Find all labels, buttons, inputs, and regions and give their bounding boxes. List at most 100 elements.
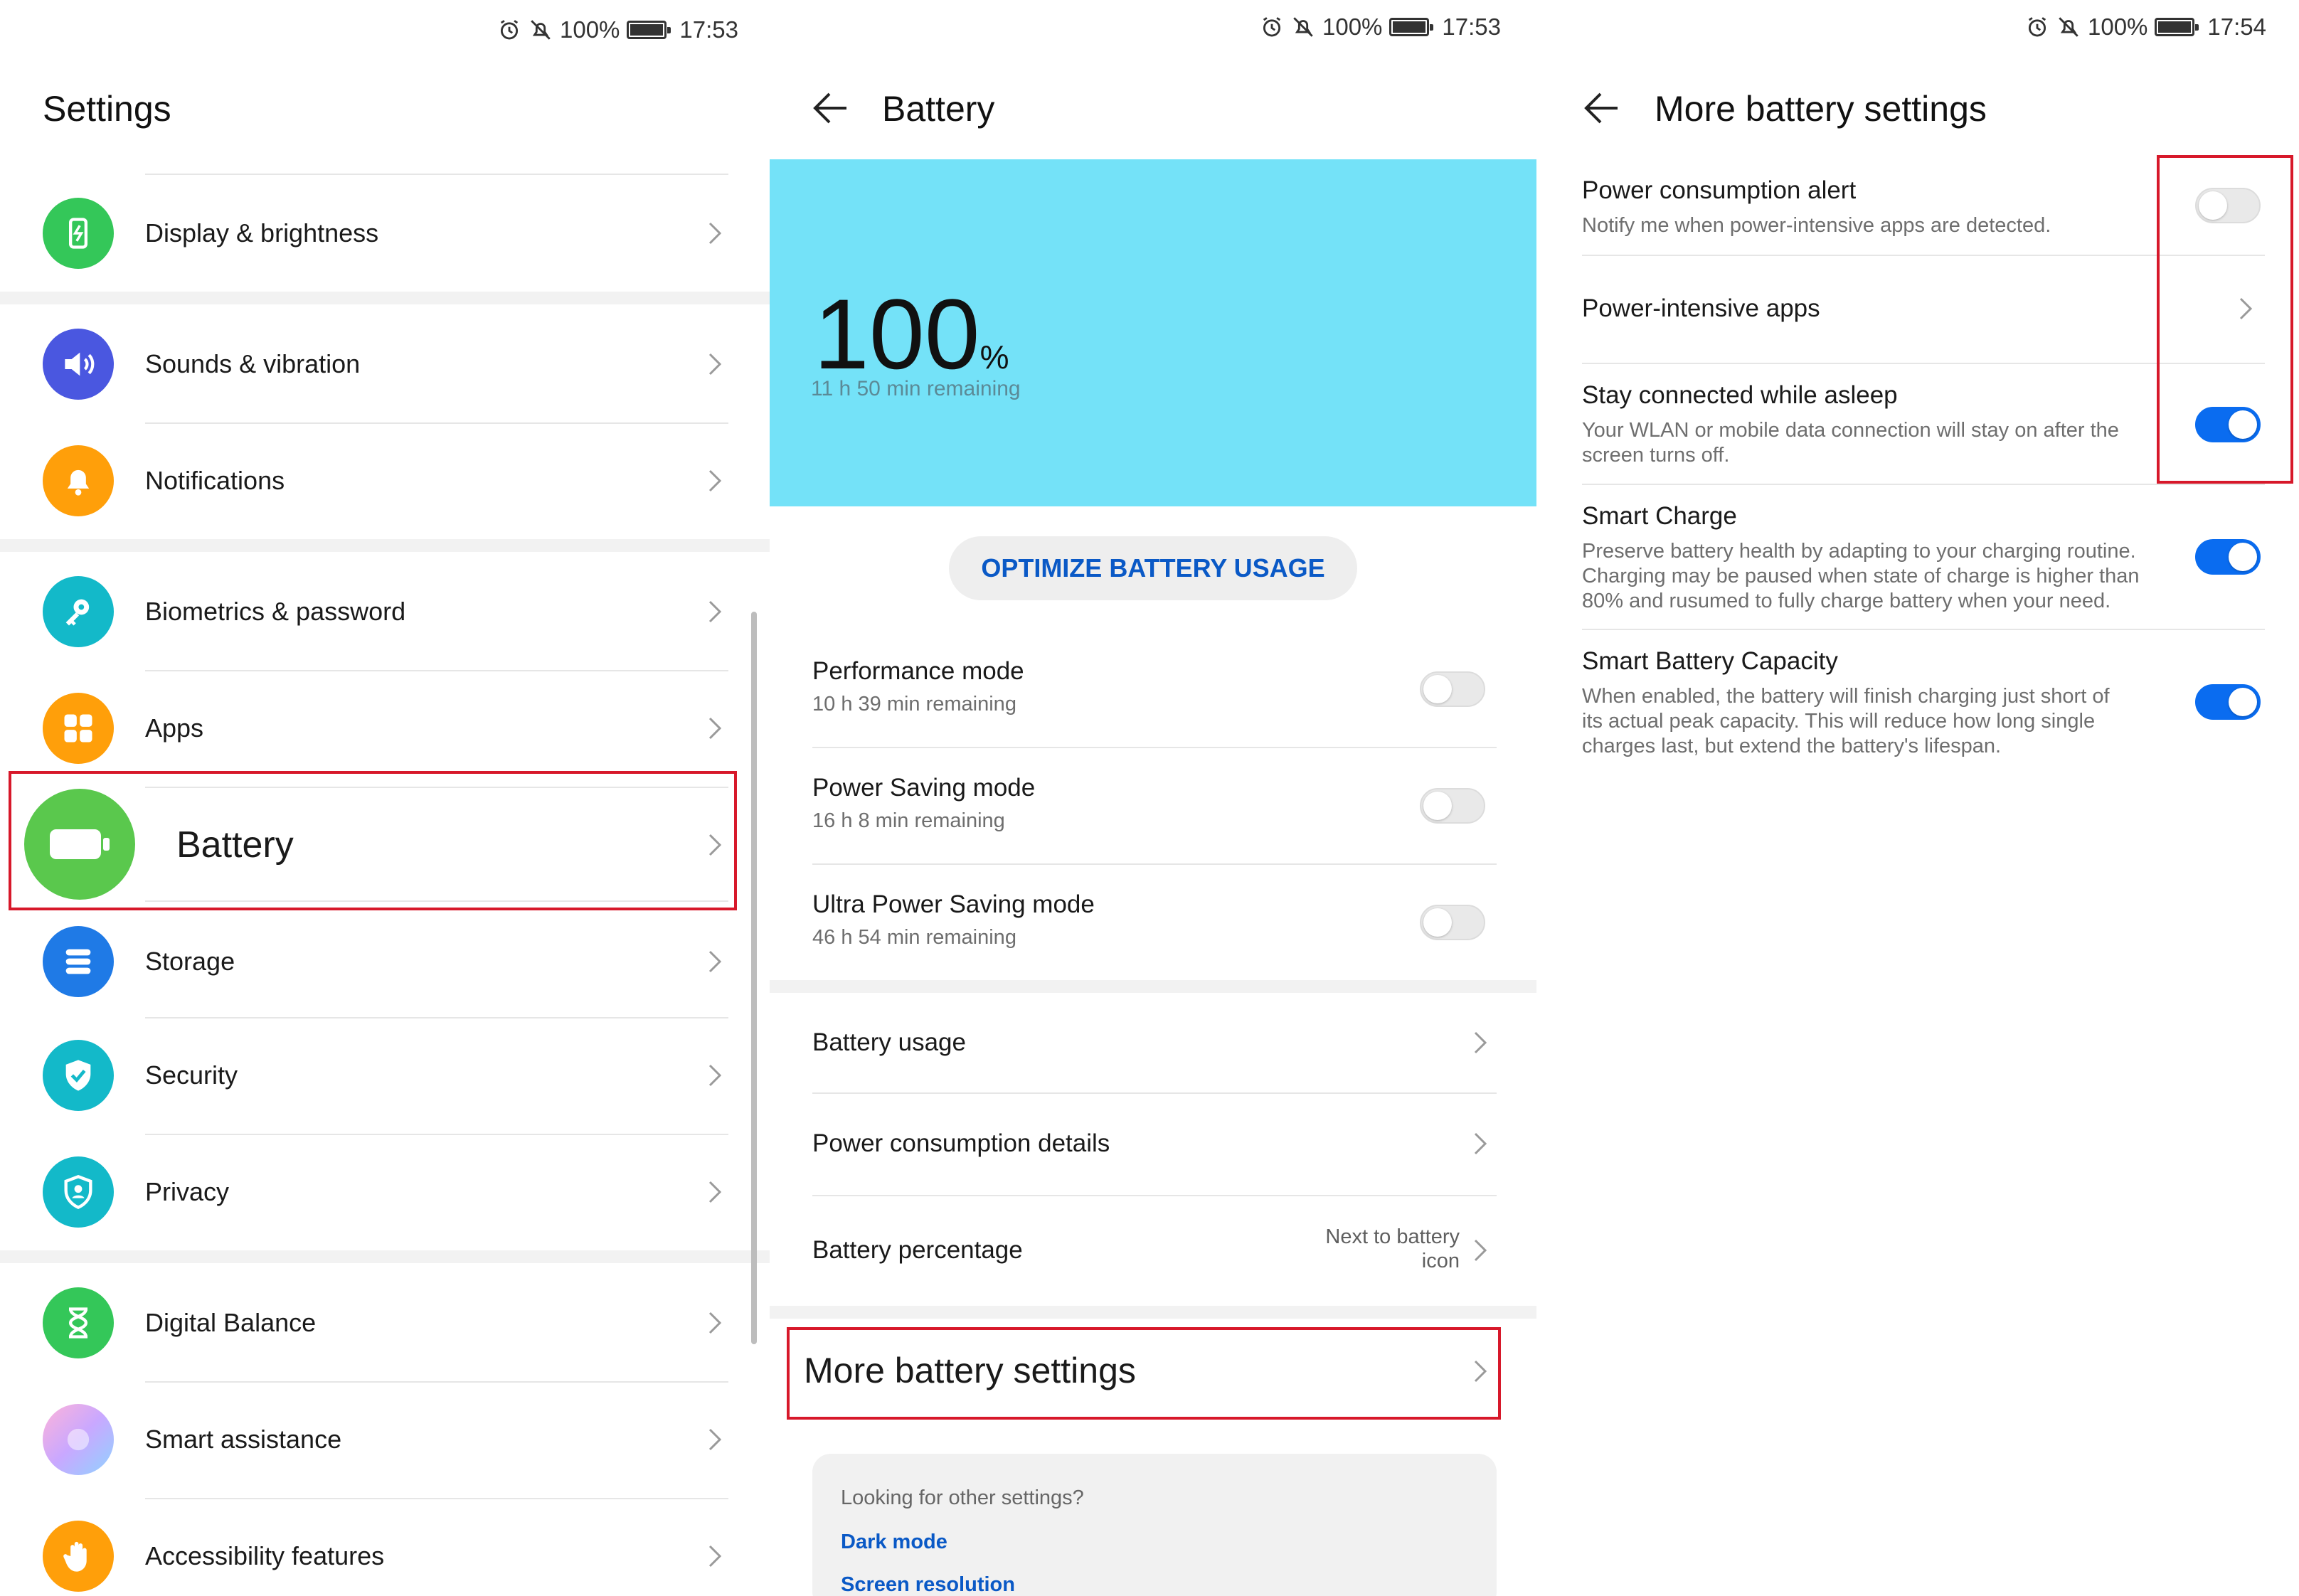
smart-battery-capacity-toggle[interactable]	[2195, 684, 2261, 720]
power-consumption-details-item[interactable]: Power consumption details	[812, 1129, 1110, 1158]
settings-item-label: Accessibility features	[145, 1541, 385, 1570]
item-title: Stay connected while asleep	[1582, 381, 1898, 409]
settings-item-security[interactable]: Security	[0, 1017, 740, 1134]
performance-mode-item[interactable]: Performance mode 10 h 39 min remaining	[812, 657, 1024, 716]
back-arrow-icon[interactable]	[809, 87, 852, 129]
chevron-right-icon	[708, 1181, 722, 1203]
settings-item-label: Smart assistance	[145, 1425, 342, 1454]
item-subtitle: 10 h 39 min remaining	[812, 693, 1016, 715]
settings-item-label: Security	[145, 1060, 238, 1090]
optimize-battery-button[interactable]: OPTIMIZE BATTERY USAGE	[949, 536, 1357, 600]
battery-percent-value: 100	[814, 278, 980, 390]
battery-percentage-value: Next to battery icon	[1325, 1225, 1460, 1273]
settings-item-biometrics[interactable]: Biometrics & password	[0, 553, 740, 670]
item-title: Power consumption details	[812, 1129, 1110, 1157]
battery-status-icon	[1389, 18, 1434, 36]
smart-charge-item[interactable]: Smart Charge Preserve battery health by …	[1582, 502, 2151, 614]
item-description: Preserve battery health by adapting to y…	[1582, 539, 2151, 614]
settings-item-smart-assistance[interactable]: Smart assistance	[0, 1381, 740, 1498]
scrollbar[interactable]	[751, 612, 757, 1344]
settings-item-storage[interactable]: Storage	[0, 903, 740, 1020]
battery-percentage-item[interactable]: Battery percentage	[812, 1236, 1023, 1265]
smart-battery-capacity-item[interactable]: Smart Battery Capacity When enabled, the…	[1582, 647, 2151, 759]
item-title: Performance mode	[812, 657, 1024, 685]
desc-line: Charging may be paused when state of cha…	[1582, 565, 2140, 587]
item-title: Smart Charge	[1582, 502, 1737, 530]
ultra-power-saving-mode-item[interactable]: Ultra Power Saving mode 46 h 54 min rema…	[812, 890, 1095, 949]
settings-item-accessibility[interactable]: Accessibility features	[0, 1498, 740, 1596]
performance-mode-toggle[interactable]	[1420, 671, 1485, 707]
dark-mode-link[interactable]: Dark mode	[841, 1531, 947, 1554]
highlight-box	[787, 1327, 1501, 1420]
item-description: Your WLAN or mobile data connection will…	[1582, 418, 2151, 468]
battery-percent-text: 100%	[1322, 14, 1383, 40]
clock-text: 17:53	[1442, 14, 1501, 40]
highlight-box	[2157, 155, 2293, 484]
settings-item-privacy[interactable]: Privacy	[0, 1134, 740, 1250]
item-title: Power-intensive apps	[1582, 294, 1820, 322]
battery-percent-unit: %	[979, 339, 1009, 376]
chevron-right-icon	[1474, 1239, 1487, 1262]
smart-assistance-icon	[43, 1404, 114, 1475]
item-title: Smart Battery Capacity	[1582, 647, 1838, 675]
ultra-power-saving-mode-toggle[interactable]	[1420, 905, 1485, 940]
other-settings-card: Looking for other settings? Dark mode Sc…	[812, 1454, 1497, 1596]
settings-item-display[interactable]: Display & brightness	[0, 175, 740, 292]
screen-resolution-link[interactable]: Screen resolution	[841, 1573, 1015, 1596]
smart-charge-toggle[interactable]	[2195, 539, 2261, 575]
stay-connected-while-asleep-item[interactable]: Stay connected while asleep Your WLAN or…	[1582, 381, 2151, 468]
highlight-box	[9, 771, 737, 910]
apps-grid-icon	[43, 693, 114, 764]
settings-item-label: Display & brightness	[145, 218, 379, 248]
settings-item-digital-balance[interactable]: Digital Balance	[0, 1265, 740, 1381]
card-heading: Looking for other settings?	[841, 1486, 1084, 1509]
desc-line: Your WLAN or mobile data connection will…	[1582, 419, 2119, 442]
clock-text: 17:54	[2207, 14, 2266, 40]
status-bar: 100% 17:54	[2025, 10, 2266, 44]
item-title: Power Saving mode	[812, 774, 1036, 802]
back-arrow-icon[interactable]	[1581, 87, 1623, 129]
hourglass-icon	[43, 1287, 114, 1358]
page-title: Battery	[882, 89, 995, 129]
privacy-shield-icon	[43, 1156, 114, 1228]
settings-item-notifications[interactable]: Notifications	[0, 422, 740, 539]
chevron-right-icon	[708, 1428, 722, 1451]
chevron-right-icon	[1474, 1031, 1487, 1054]
settings-item-label: Notifications	[145, 466, 285, 495]
bell-icon	[43, 445, 114, 516]
settings-item-label: Apps	[145, 713, 204, 743]
chevron-right-icon	[708, 717, 722, 740]
battery-screen: 100% 17:53 Battery 100% 11 h 50 min rema…	[770, 0, 1536, 1596]
settings-item-label: Digital Balance	[145, 1308, 317, 1337]
settings-item-apps[interactable]: Apps	[0, 670, 740, 787]
value-line: icon	[1421, 1250, 1460, 1272]
page-title: More battery settings	[1655, 89, 1987, 129]
battery-status-panel: 100% 11 h 50 min remaining	[770, 159, 1536, 506]
battery-status-icon	[627, 21, 671, 39]
battery-usage-item[interactable]: Battery usage	[812, 1028, 966, 1057]
mute-bell-icon	[531, 20, 551, 40]
chevron-right-icon	[708, 950, 722, 973]
alarm-icon	[2028, 17, 2046, 37]
item-description: When enabled, the battery will finish ch…	[1582, 684, 2151, 759]
value-line: Next to battery	[1325, 1225, 1460, 1248]
battery-percent-text: 100%	[560, 16, 620, 43]
chevron-right-icon	[708, 1545, 722, 1568]
mute-bell-icon	[2059, 17, 2078, 37]
power-consumption-alert-item[interactable]: Power consumption alert Notify me when p…	[1582, 176, 2151, 238]
chevron-right-icon	[1474, 1132, 1487, 1155]
chevron-right-icon	[708, 600, 722, 623]
power-intensive-apps-item[interactable]: Power-intensive apps	[1582, 294, 2151, 323]
desc-line: screen turns off.	[1582, 444, 1730, 467]
item-subtitle: 16 h 8 min remaining	[812, 809, 1005, 832]
settings-screen: 100% 17:53 Settings Display & brightness…	[0, 0, 770, 1596]
chevron-right-icon	[708, 353, 722, 376]
power-saving-mode-toggle[interactable]	[1420, 788, 1485, 824]
settings-item-sounds[interactable]: Sounds & vibration	[0, 306, 740, 422]
battery-percent-text: 100%	[2088, 14, 2148, 40]
status-bar: 100% 17:53	[497, 13, 738, 47]
desc-line: Preserve battery health by adapting to y…	[1582, 540, 2136, 563]
power-saving-mode-item[interactable]: Power Saving mode 16 h 8 min remaining	[812, 774, 1035, 833]
mute-bell-icon	[1293, 17, 1313, 37]
more-battery-settings-screen: 100% 17:54 More battery settings Power c…	[1536, 0, 2299, 1596]
